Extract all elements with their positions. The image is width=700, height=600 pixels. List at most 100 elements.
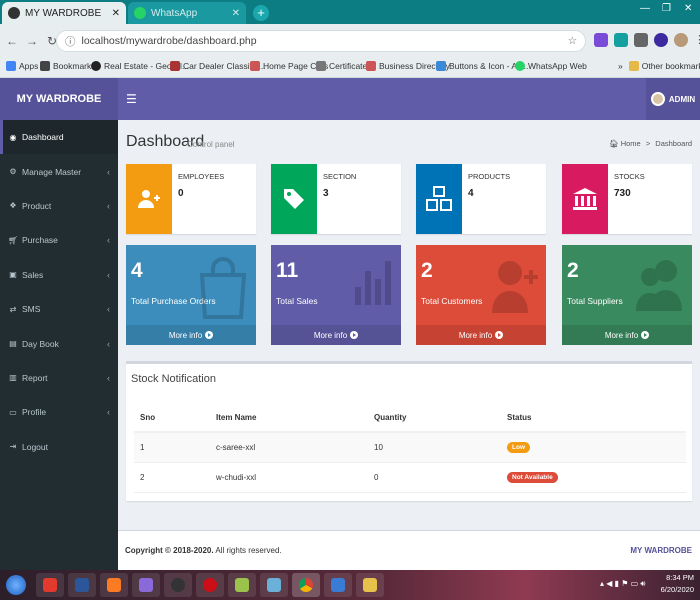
sidebar-item-purchase[interactable]: 🛒︎ Purchase ‹ xyxy=(0,223,118,257)
site-icon xyxy=(170,61,180,71)
footer-brand[interactable]: MY WARDROBE xyxy=(630,546,692,555)
chart-icon: ▥ xyxy=(9,373,17,383)
taskbar-app[interactable] xyxy=(260,573,288,597)
dashboard-icon: ◉ xyxy=(9,132,17,142)
sidebar-item-sales[interactable]: ▣ Sales ‹ xyxy=(0,258,118,292)
chevron-left-icon: ‹ xyxy=(107,166,110,177)
forward-icon[interactable]: → xyxy=(24,34,40,48)
sidebar-item-report[interactable]: ▥ Report ‹ xyxy=(0,361,118,395)
site-icon xyxy=(366,61,376,71)
sidebar-item-dashboard[interactable]: ◉ Dashboard xyxy=(0,120,118,155)
sidebar-item-product[interactable]: ❖ Product ‹ xyxy=(0,189,118,223)
taskbar-app[interactable] xyxy=(196,573,224,597)
site-favicon-icon xyxy=(8,7,20,19)
system-tray-icons[interactable]: ▴ ◀︎ ▮ ⚑ ▭ 🔊︎ xyxy=(600,579,645,589)
profile-icon[interactable] xyxy=(674,33,688,47)
clock[interactable]: 8:34 PM 6/20/2020 xyxy=(661,572,694,596)
bookmark-apps[interactable]: Apps xyxy=(6,61,38,71)
bookmark-item[interactable]: WhatsApp Web xyxy=(515,61,587,71)
restore-icon[interactable]: ❐ xyxy=(662,3,671,14)
chevron-left-icon: ‹ xyxy=(107,235,110,246)
more-info-link[interactable]: More info xyxy=(271,325,401,345)
stat-number: 11 xyxy=(276,259,299,282)
url-field[interactable]: ⓘ localhost/mywardrobe/dashboard.php ☆ xyxy=(56,30,586,52)
stat-box-total-sales: 11 Total Sales More info xyxy=(271,245,401,345)
star-icon xyxy=(40,61,50,71)
stat-number: 4 xyxy=(131,259,143,282)
taskbar-app[interactable] xyxy=(68,573,96,597)
bookmark-item[interactable]: Certificates xyxy=(316,61,372,71)
arrow-circle-right-icon xyxy=(641,331,650,339)
table-row: 2 w-chudi-xxl 0 Not Available xyxy=(134,462,686,493)
close-tab-icon[interactable]: ✕ xyxy=(232,8,240,19)
whatsapp-icon xyxy=(515,61,525,71)
taskbar-app[interactable] xyxy=(164,573,192,597)
taskbar-app[interactable] xyxy=(132,573,160,597)
folder-icon xyxy=(363,578,377,592)
info-box-label: PRODUCTS xyxy=(468,172,511,181)
sidebar-item-logout[interactable]: ⇥ Logout xyxy=(0,430,118,464)
table-header-row: Sno Item Name Quantity Status xyxy=(134,404,686,433)
taskbar-app[interactable] xyxy=(36,573,64,597)
user-menu[interactable]: ADMIN xyxy=(646,78,700,120)
chevron-left-icon: ‹ xyxy=(107,304,110,315)
chrome-icon xyxy=(299,578,313,592)
sidebar-item-profile[interactable]: ▭ Profile ‹ xyxy=(0,395,118,429)
taskbar-app[interactable] xyxy=(324,573,352,597)
new-tab-button[interactable]: + xyxy=(253,5,269,21)
more-info-link[interactable]: More info xyxy=(126,325,256,345)
bookmark-item[interactable]: Bookmarks xyxy=(40,61,96,71)
site-icon xyxy=(436,61,446,71)
panel-title: Stock Notification xyxy=(131,373,216,385)
close-tab-icon[interactable]: ✕ xyxy=(112,8,120,19)
bookmarks-bar: Apps Bookmarks Real Estate - Geo Cl... C… xyxy=(0,58,700,78)
more-info-link[interactable]: More info xyxy=(416,325,546,345)
extension-icon[interactable] xyxy=(654,33,668,47)
chevron-left-icon: ‹ xyxy=(107,200,110,211)
app-icon xyxy=(139,578,153,592)
sidebar-item-label: Profile xyxy=(22,407,47,418)
taskbar-app[interactable] xyxy=(356,573,384,597)
close-window-icon[interactable]: ✕ xyxy=(684,3,692,14)
info-box-number: 730 xyxy=(614,188,631,199)
stat-label: Total Sales xyxy=(276,296,318,306)
taskbar-app[interactable] xyxy=(228,573,256,597)
app-logo[interactable]: MY WARDROBE xyxy=(0,78,118,120)
extension-icon[interactable] xyxy=(614,33,628,47)
tab-title: WhatsApp xyxy=(151,7,198,19)
menu-kebab-icon[interactable]: ⋮ xyxy=(694,33,700,47)
sidebar-item-label: Manage Master xyxy=(22,166,82,177)
breadcrumb-home[interactable]: Home xyxy=(621,139,641,148)
bookmark-other[interactable]: »Other bookmarks xyxy=(618,61,700,71)
taskbar-app-chrome[interactable] xyxy=(292,573,320,597)
home-icon: 🏠︎ xyxy=(609,139,619,148)
sidebar-item-manage-master[interactable]: ⚙ Manage Master ‹ xyxy=(0,154,118,188)
sidebar-item-sms[interactable]: ⇄ SMS ‹ xyxy=(0,292,118,326)
back-icon[interactable]: ← xyxy=(4,34,20,48)
browser-tab-whatsapp[interactable]: WhatsApp ✕ xyxy=(128,2,246,24)
info-box-number: 4 xyxy=(468,188,474,199)
info-box-label: EMPLOYEES xyxy=(178,172,225,181)
info-box-label: SECTION xyxy=(323,172,357,181)
tag-icon xyxy=(271,164,317,234)
sidebar-item-day-book[interactable]: ▤ Day Book ‹ xyxy=(0,326,118,360)
cell-status: Low xyxy=(501,432,686,463)
arrow-circle-right-icon xyxy=(350,331,359,339)
more-info-link[interactable]: More info xyxy=(562,325,692,345)
minimize-icon[interactable]: — xyxy=(640,3,650,14)
book-icon: ▤ xyxy=(9,339,17,349)
logout-icon: ⇥ xyxy=(9,442,17,452)
menu-toggle-icon[interactable]: ☰ xyxy=(126,92,137,106)
start-button[interactable] xyxy=(2,573,30,597)
cogs-icon: ⚙ xyxy=(9,167,17,177)
browser-tab-active[interactable]: MY WARDROBE ✕ xyxy=(2,2,126,24)
extension-icon[interactable] xyxy=(594,33,608,47)
bookmark-star-icon[interactable]: ☆ xyxy=(568,35,577,47)
extension-icon[interactable] xyxy=(634,33,648,47)
info-box-stocks: STOCKS 730 xyxy=(562,164,692,234)
taskbar-app[interactable] xyxy=(100,573,128,597)
cart-icon: 🛒︎ xyxy=(8,235,19,245)
bank-icon xyxy=(562,164,608,234)
copyright: Copyright © 2018-2020. All rights reserv… xyxy=(125,546,282,555)
info-icon[interactable]: ⓘ xyxy=(65,34,76,49)
